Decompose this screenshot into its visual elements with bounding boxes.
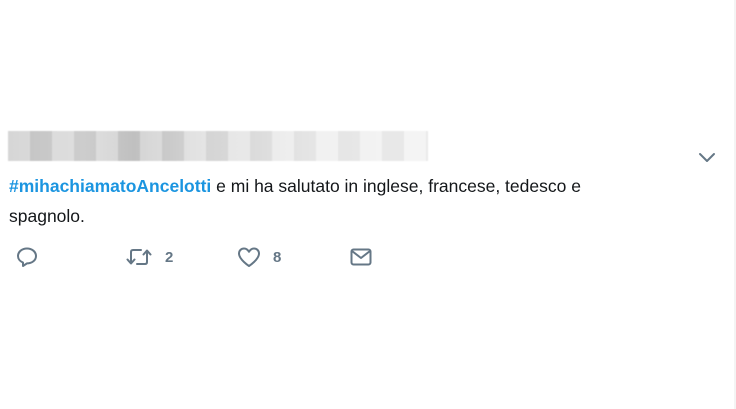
chevron-down-icon	[699, 153, 715, 162]
tweet-text: #mihachiamatoAncelotti e mi ha salutato …	[9, 171, 699, 231]
direct-message-button[interactable]	[349, 240, 373, 274]
like-button[interactable]: 8	[236, 240, 281, 274]
blurred-author-header	[8, 131, 428, 161]
tweet: #mihachiamatoAncelotti e mi ha salutato …	[0, 0, 736, 409]
retweet-count: 2	[165, 248, 174, 266]
hashtag-link[interactable]: #mihachiamatoAncelotti	[9, 176, 211, 196]
envelope-icon	[350, 248, 372, 266]
tweet-menu-button[interactable]	[696, 149, 718, 167]
tweet-text-line1: e mi ha salutato in inglese, francese, t…	[211, 176, 581, 196]
tweet-actions: 2 8	[0, 240, 736, 274]
retweet-icon	[126, 249, 152, 265]
like-count: 8	[273, 248, 282, 266]
heart-icon	[238, 247, 260, 267]
reply-button[interactable]	[15, 240, 39, 274]
tweet-text-line2: spagnolo.	[9, 206, 85, 226]
reply-icon	[17, 247, 37, 267]
retweet-button[interactable]: 2	[124, 240, 173, 274]
